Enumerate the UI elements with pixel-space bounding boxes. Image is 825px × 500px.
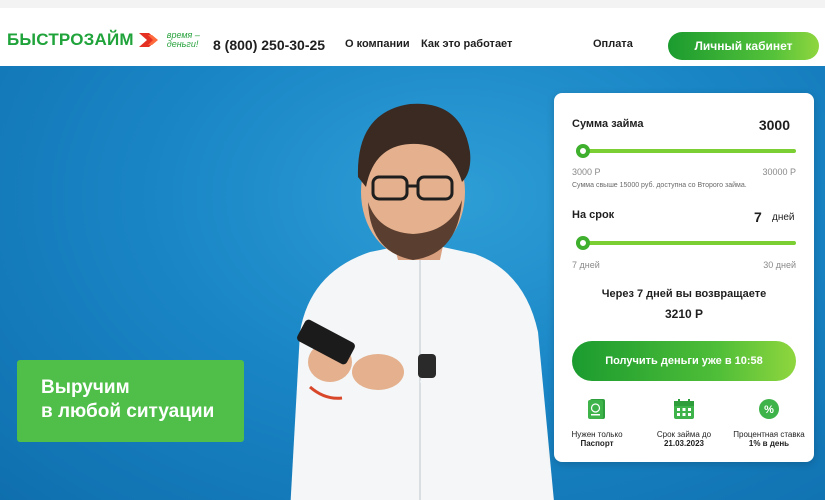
amount-hint: Сумма свыше 15000 руб. доступна со Второ… [572, 182, 747, 189]
logo[interactable]: БЫСТРОЗАЙМ время – деньги! [7, 30, 200, 50]
promo-line-2: в любой ситуации [41, 401, 215, 422]
feature-rate-value: 1% в день [748, 439, 790, 448]
result-sum: 3210 Р [664, 307, 704, 321]
feature-rate-title: Процентная ставка [733, 430, 805, 439]
phone-number[interactable]: 8 (800) 250-30-25 [213, 37, 325, 53]
passport-icon [588, 399, 605, 419]
term-label: На срок [572, 209, 615, 221]
logo-slogan-line2: деньги! [166, 39, 199, 49]
amount-label: Сумма займа [572, 118, 644, 130]
result-text: Через 7 дней вы возвращаете [601, 288, 767, 300]
term-max-label: 30 дней [763, 260, 796, 270]
personal-cabinet-button[interactable]: Личный кабинет [668, 32, 819, 60]
nav-about[interactable]: О компании [345, 38, 410, 50]
man-with-phone-photo [290, 103, 554, 500]
feature-passport-title: Нужен только [571, 430, 623, 439]
logo-arrow-icon [138, 33, 158, 47]
amount-max-label: 30000 Р [762, 167, 796, 177]
nav-how-it-works[interactable]: Как это работает [421, 38, 512, 50]
logo-slogan: время – деньги! [167, 31, 200, 49]
amount-slider-handle[interactable] [576, 144, 590, 158]
feature-passport: Нужен только Паспорт [557, 398, 637, 448]
feature-rate: % Процентная ставка 1% в день [729, 398, 809, 448]
svg-text:%: % [764, 404, 774, 416]
feature-term-value: 21.03.2023 [663, 439, 705, 448]
term-unit: дней [772, 212, 795, 223]
percent-icon: % [759, 399, 779, 419]
term-slider-track[interactable] [576, 241, 796, 245]
logo-text: БЫСТРОЗАЙМ [7, 30, 134, 49]
amount-min-label: 3000 Р [572, 167, 601, 177]
site-header: БЫСТРОЗАЙМ время – деньги! 8 (800) 250-3… [0, 0, 825, 66]
feature-term: Срок займа до 21.03.2023 [644, 398, 724, 448]
get-money-button[interactable]: Получить деньги уже в 10:58 [572, 341, 796, 381]
promo-line-1: Выручим [41, 377, 130, 398]
loan-calculator: Сумма займа 3000 3000 Р 30000 Р Сумма св… [554, 93, 814, 462]
term-slider-handle[interactable] [576, 236, 590, 250]
amount-slider-track[interactable] [576, 149, 796, 153]
term-value[interactable]: 7 [754, 209, 762, 225]
term-min-label: 7 дней [572, 260, 600, 270]
amount-value[interactable]: 3000 [759, 117, 790, 133]
calendar-icon [674, 399, 694, 419]
promo-banner: Выручим в любой ситуации [17, 360, 244, 442]
feature-passport-value: Паспорт [580, 439, 614, 448]
feature-term-title: Срок займа до [656, 430, 712, 439]
nav-payment[interactable]: Оплата [593, 38, 633, 50]
